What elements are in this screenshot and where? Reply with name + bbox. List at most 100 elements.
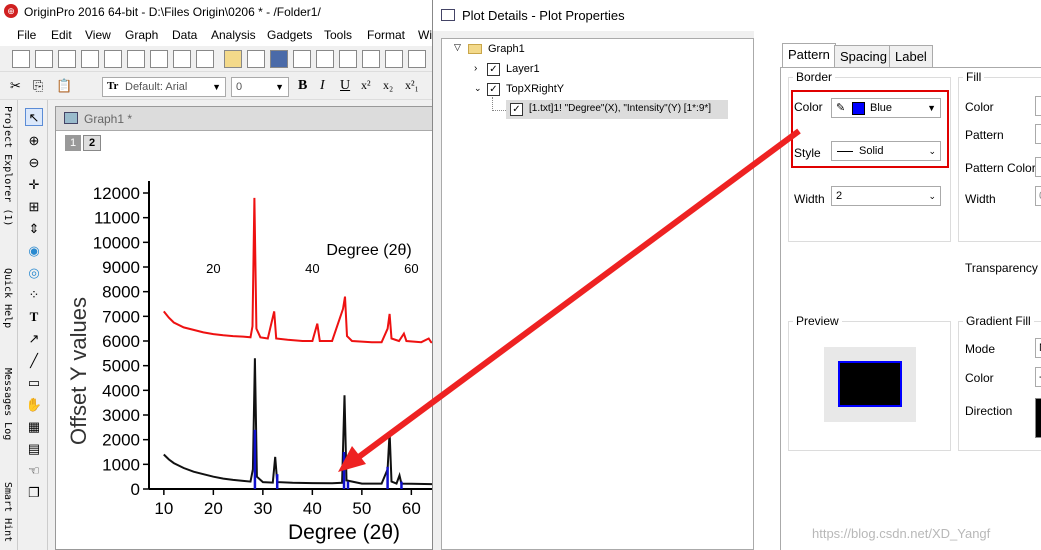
font-size-combo[interactable]: 0 ▼ [231, 77, 289, 97]
menu-format[interactable]: Format [367, 28, 405, 42]
copy-icon[interactable]: ⎘ [33, 78, 43, 94]
menu-data[interactable]: Data [172, 28, 197, 42]
fill-color-label: Color [965, 100, 994, 114]
new-notes-icon[interactable] [173, 50, 191, 68]
screen-reader-icon[interactable]: ✛ [25, 176, 43, 194]
data-selector-icon[interactable]: ⇕ [25, 220, 43, 238]
new-layout-icon[interactable] [150, 50, 168, 68]
menu-view[interactable]: View [85, 28, 111, 42]
tab-label[interactable]: Label [889, 45, 933, 67]
chevron-right-icon[interactable]: › [474, 63, 477, 74]
tree-node-graph1[interactable]: Graph1 [488, 43, 525, 55]
mask-icon[interactable]: ◉ [25, 242, 43, 260]
menu-analysis[interactable]: Analysis [211, 28, 256, 42]
origin-main-window: ⊕ OriginPro 2016 64-bit - D:\Files Origi… [0, 0, 440, 550]
graph-window-titlebar: Graph1 * [56, 107, 440, 131]
italic-button[interactable]: I [320, 78, 325, 94]
messages-log-tab[interactable]: Messages Log [2, 368, 13, 440]
super-subscript-icon[interactable]: x²₁ [405, 78, 419, 93]
plot-checkbox[interactable]: ✓ [510, 103, 523, 116]
draw-data-icon[interactable]: ⁘ [25, 286, 43, 304]
x-tick-label: 20 [204, 499, 223, 518]
chevron-down-icon[interactable]: ▽ [454, 42, 461, 53]
topxrighty-checkbox[interactable]: ✓ [487, 83, 500, 96]
xrd-plot[interactable]: Degree (2θ) Offset Y values Degree (2θ) … [56, 131, 440, 550]
underline-button[interactable]: U [340, 78, 350, 94]
dialog-title: Plot Details - Plot Properties [462, 8, 625, 23]
menu-graph[interactable]: Graph [125, 28, 158, 42]
menu-window[interactable]: Wi [418, 28, 432, 42]
line-tool-icon[interactable]: ╱ [25, 352, 43, 370]
dialog-icon [441, 9, 455, 21]
superscript-icon[interactable]: x² [361, 78, 371, 93]
pointer-icon[interactable]: ↖ [25, 108, 43, 126]
menu-gadgets[interactable]: Gadgets [267, 28, 312, 42]
smart-hint-tab[interactable]: Smart Hint [2, 482, 13, 542]
fill-pattern-combo[interactable] [1035, 124, 1041, 144]
open-template-icon[interactable] [247, 50, 265, 68]
pattern-color-combo[interactable] [1035, 157, 1041, 177]
insert-graph-icon[interactable]: ▦ [25, 418, 43, 436]
recalculate-icon[interactable] [385, 50, 403, 68]
dialog-titlebar: Plot Details - Plot Properties [433, 0, 1041, 31]
fill-width-combo[interactable]: 0 [1035, 186, 1041, 206]
layer-icon[interactable]: ❐ [25, 484, 43, 502]
open-folder-icon[interactable] [224, 50, 242, 68]
hand-tool-icon[interactable]: ✋ [25, 396, 43, 414]
menu-file[interactable]: File [17, 28, 36, 42]
data-reader-icon[interactable]: ⊞ [25, 198, 43, 216]
layer1-checkbox[interactable]: ✓ [487, 63, 500, 76]
text-tool-icon[interactable]: T [25, 308, 43, 326]
insert-table-icon[interactable]: ▤ [25, 440, 43, 458]
x-tick-label: 50 [352, 499, 371, 518]
paste-icon[interactable]: 📋 [56, 78, 72, 94]
bold-button[interactable]: B [298, 78, 307, 94]
batch-icon[interactable] [408, 50, 426, 68]
gradient-color-combo[interactable]: -( [1035, 367, 1041, 387]
new-function-icon[interactable] [127, 50, 145, 68]
rectangle-tool-icon[interactable]: ▭ [25, 374, 43, 392]
quick-help-tab[interactable]: Quick Help [2, 268, 13, 328]
zoom-in-icon[interactable]: ⊕ [25, 132, 43, 150]
y-tick-label: 0 [131, 480, 140, 499]
save-template-icon[interactable] [293, 50, 311, 68]
gradient-mode-combo[interactable]: N [1035, 338, 1041, 358]
project-explorer-tab[interactable]: Project Explorer (1) [2, 106, 13, 226]
border-width-label: Width [794, 192, 825, 206]
menu-edit[interactable]: Edit [51, 28, 72, 42]
new-project-icon[interactable] [12, 50, 30, 68]
arrow-tool-icon[interactable]: ↗ [25, 330, 43, 348]
top-tick-label: 60 [404, 261, 418, 276]
menu-tools[interactable]: Tools [324, 28, 352, 42]
y-tick-label: 6000 [102, 332, 140, 351]
chevron-down-icon[interactable]: ⌄ [474, 83, 482, 94]
import-wizard-icon[interactable] [362, 50, 380, 68]
new-workbook-icon[interactable] [35, 50, 53, 68]
tab-pattern[interactable]: Pattern [782, 43, 836, 67]
tree-node-plot-label: [1.txt]1! "Degree"(X), "Intensity"(Y) [1… [529, 103, 712, 114]
preview-group: Preview [788, 314, 951, 451]
chevron-down-icon: ▼ [212, 82, 221, 92]
border-width-combo[interactable]: 2 ⌄ [831, 186, 941, 206]
annotation-icon[interactable]: ☜ [25, 462, 43, 480]
tree-node-plot-selected[interactable]: ✓ [1.txt]1! "Degree"(X), "Intensity"(Y) … [506, 100, 728, 119]
new-graph-icon[interactable] [81, 50, 99, 68]
new-matrix-icon[interactable] [104, 50, 122, 68]
save-icon[interactable] [270, 50, 288, 68]
tree-node-layer1[interactable]: Layer1 [506, 63, 540, 75]
new-sheet-icon[interactable] [196, 50, 214, 68]
import-icon[interactable] [339, 50, 357, 68]
gradient-direction-control[interactable] [1035, 398, 1041, 438]
new-excel-icon[interactable] [58, 50, 76, 68]
tree-node-topxrighty[interactable]: TopXRightY [506, 83, 564, 95]
zoom-out-icon[interactable]: ⊖ [25, 154, 43, 172]
export-icon[interactable] [316, 50, 334, 68]
subscript-icon[interactable]: x₂ [383, 78, 393, 93]
font-combo[interactable]: Tr Default: Arial ▼ [102, 77, 226, 97]
cut-icon[interactable]: ✂ [10, 78, 21, 94]
tab-spacing[interactable]: Spacing [834, 45, 893, 67]
region-mask-icon[interactable]: ◎ [25, 264, 43, 282]
truetype-icon: Tr [107, 80, 119, 92]
fill-pattern-label: Pattern [965, 128, 1004, 142]
fill-color-combo[interactable] [1035, 96, 1041, 116]
